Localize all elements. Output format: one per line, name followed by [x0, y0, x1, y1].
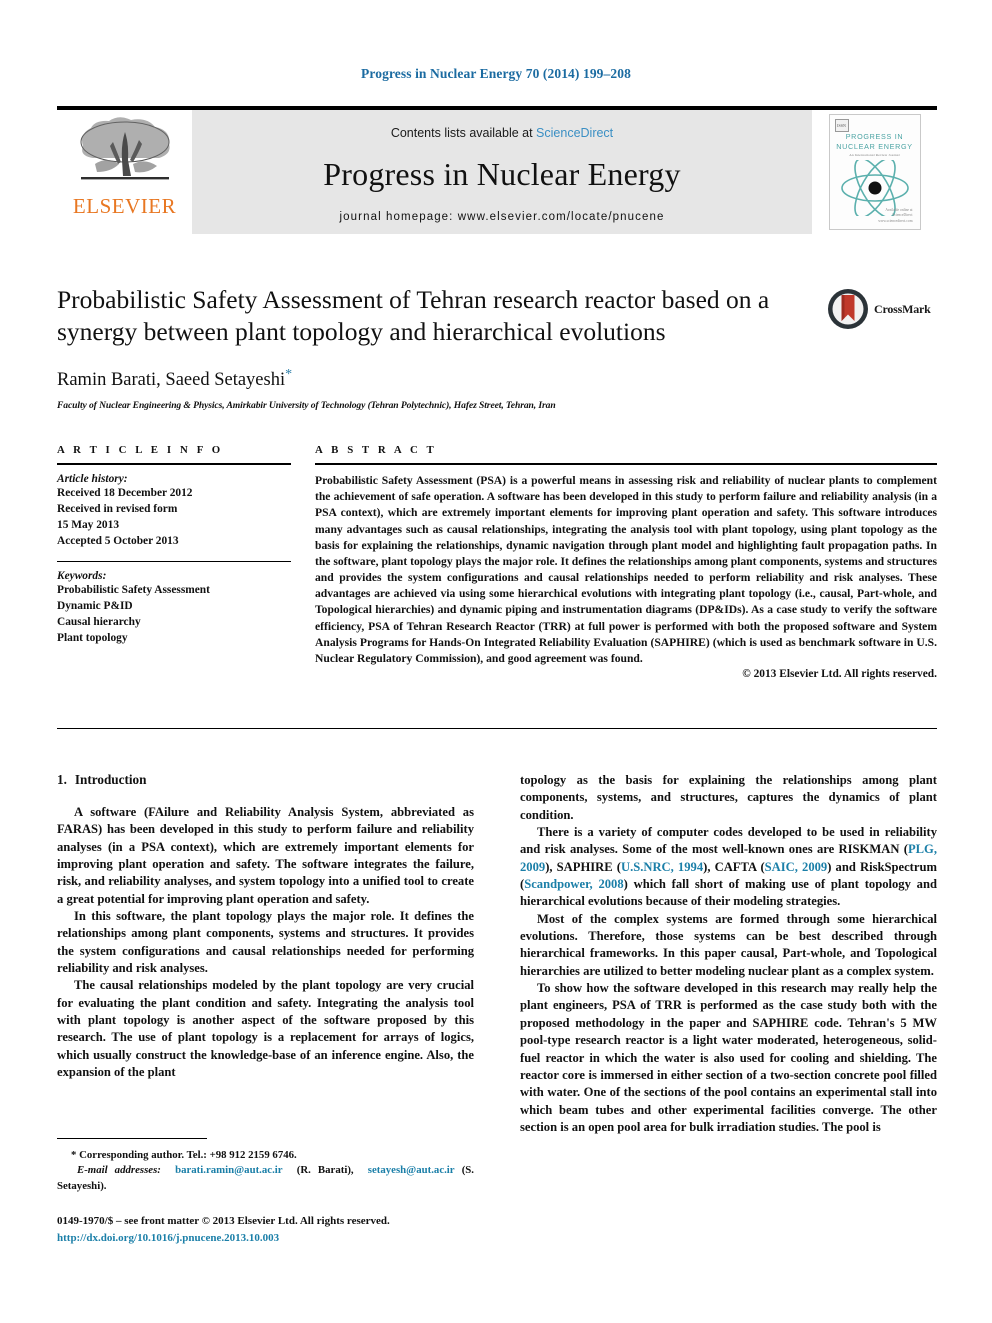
email-label: E-mail addresses: — [77, 1164, 161, 1177]
doi-link[interactable]: http://dx.doi.org/10.1016/j.pnucene.2013… — [57, 1230, 557, 1247]
paragraph: Most of the complex systems are formed t… — [520, 911, 937, 978]
paragraph-text: There is a variety of computer codes dev… — [520, 825, 937, 857]
section-number: 1. — [57, 772, 67, 787]
crossmark-badge[interactable]: CrossMark — [827, 286, 937, 332]
cover-footer-line1: Available online at — [885, 207, 913, 212]
corresponding-author-note: * Corresponding author. Tel.: +98 912 21… — [71, 1149, 297, 1161]
cover-title-line2: NUCLEAR ENERGY — [836, 141, 913, 151]
footnote-divider — [57, 1138, 207, 1139]
footnote-area: * Corresponding author. Tel.: +98 912 21… — [57, 1138, 474, 1194]
sciencedirect-link[interactable]: ScienceDirect — [536, 126, 613, 140]
crossmark-label: CrossMark — [874, 301, 931, 316]
contents-available-line: Contents lists available at ScienceDirec… — [391, 126, 613, 140]
email-link-barati[interactable]: barati.ramin@aut.ac.ir — [175, 1164, 283, 1176]
article-history-item: Received in revised form — [57, 502, 178, 515]
abstract-text: Probabilistic Safety Assessment (PSA) is… — [315, 474, 937, 665]
running-head: Progress in Nuclear Energy 70 (2014) 199… — [361, 66, 631, 81]
divider — [315, 463, 937, 465]
citation-link[interactable]: SAIC, 2009 — [765, 860, 828, 874]
imprint-block: 0149-1970/$ – see front matter © 2013 El… — [57, 1213, 557, 1246]
keyword-item: Probabilistic Safety Assessment — [57, 583, 210, 596]
contents-prefix: Contents lists available at — [390, 125, 537, 140]
keyword-item: Plant topology — [57, 631, 128, 644]
affiliation: Faculty of Nuclear Engineering & Physics… — [57, 400, 556, 412]
title-block: Probabilistic Safety Assessment of Tehra… — [57, 284, 937, 411]
journal-cover-block: ISSN PROGRESS IN NUCLEAR ENERGY An Inter… — [812, 110, 937, 234]
abstract-heading: A B S T R A C T — [315, 444, 437, 456]
cover-title: PROGRESS IN NUCLEAR ENERGY — [836, 132, 913, 151]
paragraph: The causal relationships modeled by the … — [57, 978, 474, 1080]
body-column-right: topology as the basis for explaining the… — [520, 772, 937, 1252]
citation-link[interactable]: Scandpower, 2008 — [524, 877, 623, 891]
crossmark-icon — [828, 289, 868, 329]
section-title: Introduction — [74, 772, 147, 787]
keyword-item: Dynamic P&ID — [57, 599, 133, 612]
imprint-line: 0149-1970/$ – see front matter © 2013 El… — [57, 1215, 390, 1227]
paragraph-text: ), CAFTA ( — [703, 859, 765, 874]
author-names: Ramin Barati, Saeed Setayeshi — [57, 370, 286, 391]
paragraph: To show how the software developed in th… — [520, 981, 937, 1134]
citation-link[interactable]: U.S.NRC, 1994 — [621, 860, 703, 874]
email-owner-barati: (R. Barati), — [296, 1164, 354, 1177]
journal-masthead: ELSEVIER Contents lists available at Sci… — [57, 106, 937, 234]
divider — [57, 560, 291, 562]
keyword-item: Causal hierarchy — [57, 615, 141, 628]
journal-header-center: Contents lists available at ScienceDirec… — [192, 110, 812, 234]
email-addresses-note: E-mail addresses: barati.ramin@aut.ac.ir… — [57, 1163, 474, 1194]
publisher-block: ELSEVIER — [57, 110, 192, 234]
abstract-column: A B S T R A C T Probabilistic Safety Ass… — [315, 444, 937, 680]
cover-issn-badge: ISSN — [834, 119, 849, 132]
keywords-label: Keywords: — [57, 569, 107, 582]
paragraph: In this software, the plant topology pla… — [57, 909, 474, 976]
cover-footer-line3: www.sciencedirect.com — [878, 218, 913, 223]
author-list: Ramin Barati, Saeed Setayeshi* — [57, 367, 937, 391]
email-link-setayeshi[interactable]: setayesh@aut.ac.ir — [368, 1164, 455, 1176]
abstract-copyright: © 2013 Elsevier Ltd. All rights reserved… — [742, 668, 937, 681]
article-history-item: Received 18 December 2012 — [57, 487, 193, 499]
cover-footer-line2: ScienceDirect — [892, 213, 913, 218]
paper-page: Progress in Nuclear Energy 70 (2014) 199… — [0, 0, 992, 1323]
page-title: Probabilistic Safety Assessment of Tehra… — [57, 285, 770, 347]
section-divider — [57, 728, 937, 729]
journal-homepage[interactable]: journal homepage: www.elsevier.com/locat… — [340, 211, 665, 223]
publisher-name: ELSEVIER — [72, 194, 177, 218]
paragraph: topology as the basis for explaining the… — [520, 773, 937, 822]
paragraph-text: ), SAPHIRE ( — [545, 859, 621, 874]
info-abstract-section: A R T I C L E I N F O Article history: R… — [57, 444, 937, 680]
section-heading-introduction: 1. Introduction — [57, 772, 474, 788]
article-info-column: A R T I C L E I N F O Article history: R… — [57, 444, 315, 680]
paragraph-with-citations: There is a variety of computer codes dev… — [520, 824, 937, 911]
cover-subtitle: An International Review Journal — [849, 153, 900, 158]
divider — [57, 463, 291, 465]
paragraph: A software (FAilure and Reliability Anal… — [57, 805, 474, 906]
journal-title: Progress in Nuclear Energy — [323, 155, 681, 192]
article-info-heading: A R T I C L E I N F O — [57, 444, 224, 456]
journal-cover-thumbnail: ISSN PROGRESS IN NUCLEAR ENERGY An Inter… — [828, 114, 921, 230]
article-history-item: Accepted 5 October 2013 — [57, 534, 179, 547]
article-history-label: Article history: — [57, 473, 128, 485]
article-history-item: 15 May 2013 — [57, 518, 120, 531]
corresponding-author-marker: * — [285, 367, 293, 383]
cover-footer: Available online at ScienceDirect www.sc… — [878, 208, 912, 224]
elsevier-tree-icon — [80, 117, 170, 180]
cover-title-line1: PROGRESS IN — [845, 132, 904, 141]
